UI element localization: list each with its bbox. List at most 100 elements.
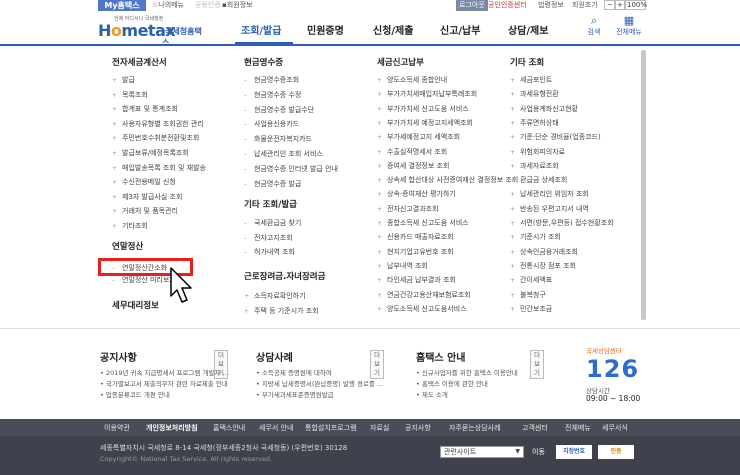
menu-item[interactable]: + 부가가치세 신고도움 서비스 bbox=[377, 104, 469, 115]
menu-item[interactable]: + 타인세금 납부결과 조회 bbox=[377, 275, 456, 286]
menu-item[interactable]: – 납세관리인 조회 서비스 bbox=[244, 149, 323, 160]
menu-item[interactable]: + 반송된 우편고지서 내역 bbox=[510, 204, 589, 215]
guide-more-button[interactable]: 더보기 bbox=[530, 350, 544, 379]
menu-item[interactable]: + 종합소득세 신고도움 서비스 bbox=[377, 218, 469, 229]
menu-item[interactable]: + 납세관리인 위임자 조회 bbox=[510, 189, 589, 200]
case-item[interactable]: • 소득공제 증명원에 대하여 bbox=[256, 369, 332, 378]
notice-item[interactable]: • 업종분류코드 개편 안내 bbox=[100, 391, 170, 400]
footer-link[interactable]: 전체메뉴 bbox=[565, 423, 591, 433]
cert-mark-2[interactable]: 인증 bbox=[598, 445, 634, 459]
nav-civil-cert[interactable]: 민원증명 bbox=[307, 22, 344, 37]
menu-item[interactable]: – 전자고지조회 bbox=[244, 233, 293, 244]
menu-item[interactable]: + 주류면허상태 bbox=[510, 118, 559, 129]
myhome-tab[interactable]: My홈택스 bbox=[98, 0, 146, 11]
go-button[interactable]: 이동 bbox=[532, 447, 545, 457]
hometax-logo[interactable]: 언제 어디서나 국세행정 Hometax .국세청홈택스 bbox=[98, 15, 208, 47]
footer-link[interactable]: 개인정보처리방침 bbox=[146, 423, 198, 433]
menu-item[interactable]: + 부가세예정고지 세액조회 bbox=[377, 132, 460, 143]
menu-item[interactable]: – 화물운전자복지카드 bbox=[244, 134, 312, 145]
mega-menu-scrollbar[interactable] bbox=[641, 50, 646, 320]
menu-item[interactable]: + 불복청구 bbox=[510, 290, 546, 301]
menu-item[interactable]: – 현금영수증 발급 bbox=[244, 179, 301, 190]
menu-item[interactable]: + 제3자 발급사실 조회 bbox=[112, 192, 182, 203]
menu-item[interactable]: + 발급보류/예정목록조회 bbox=[112, 148, 189, 159]
menu-yearend-preview[interactable]: – 연말정산 미리보기 bbox=[112, 275, 176, 286]
nav-report-pay[interactable]: 신고/납부 bbox=[440, 22, 480, 37]
footer-link[interactable]: 홈택스안내 bbox=[213, 423, 245, 433]
menu-item[interactable]: + 목록조회 bbox=[112, 90, 148, 101]
footer-link[interactable]: 통합설치프로그램 bbox=[305, 423, 357, 433]
case-item[interactable]: • 지방세 납세증명서(완납증명) 발행 경로를 … bbox=[256, 380, 383, 389]
menu-item[interactable]: – 현금영수증 수정 bbox=[244, 90, 301, 101]
footer-link[interactable]: 세무서식 bbox=[602, 423, 628, 433]
notice-item[interactable]: • 국가별보고서 제출의무자 관련 자료제출 안내 bbox=[100, 380, 228, 389]
menu-item[interactable]: + 상속·증여재산 평가하기 bbox=[377, 189, 456, 200]
menu-item[interactable]: + 기타조회 bbox=[112, 221, 148, 232]
cert-center-link[interactable]: 공인인증센터 bbox=[488, 0, 527, 11]
menu-item[interactable]: – 국세환급금 찾기 bbox=[244, 218, 301, 229]
menu-item[interactable]: + 간이세액표 bbox=[510, 275, 552, 286]
search-button[interactable]: ⌕ 검색 bbox=[583, 15, 605, 37]
menu-item[interactable]: + 기준시가 조회 bbox=[510, 232, 561, 243]
menu-item[interactable]: + 주택 등 기준시가 조회 bbox=[244, 306, 319, 317]
menu-item[interactable]: – 현금영수증 인터넷 발급 안내 bbox=[244, 164, 338, 175]
menu-item[interactable]: + 발급 bbox=[112, 75, 135, 86]
guide-item[interactable]: • 홈택스 이용에 관한 안내 bbox=[416, 380, 488, 389]
menu-item[interactable]: + 사업용계좌신고현황 bbox=[510, 104, 578, 115]
cases-more-button[interactable]: 더보기 bbox=[370, 350, 384, 379]
footer-link[interactable]: 자료실 bbox=[370, 423, 389, 433]
menu-item[interactable]: + 부가가치세매입자납부특례조회 bbox=[377, 89, 477, 100]
menu-item[interactable]: + 합계표 및 통계조회 bbox=[112, 104, 178, 115]
menu-item[interactable]: + 세금포인트 bbox=[510, 75, 552, 86]
notice-item[interactable]: • 2019년 귀속 지급명세서 프로그램 개발자 … bbox=[100, 369, 229, 378]
menu-item[interactable]: + 양도소득세 신고도움서비스 bbox=[377, 304, 467, 315]
nav-consult-report[interactable]: 상담/제보 bbox=[508, 22, 548, 37]
menu-item[interactable]: + 연금건강고용산재보험료조회 bbox=[377, 290, 471, 301]
call-center-badge[interactable]: 국세상담센터 126 상담시간 09:00 ~ 18:00 bbox=[586, 345, 646, 405]
menu-item[interactable]: + 전통시장 점포 조회 bbox=[510, 261, 576, 272]
font-size-select[interactable]: 100% bbox=[624, 0, 647, 10]
case-item[interactable]: • 부가세과세표준증명원발급 bbox=[256, 391, 334, 400]
menu-item[interactable]: – 허가내역 조회 bbox=[244, 247, 295, 258]
logout-button[interactable]: 로그아웃 bbox=[456, 0, 488, 11]
nav-inquiry-issue[interactable]: 조회/발급 bbox=[241, 22, 281, 37]
related-site-select[interactable]: 관련사이트 ▼ bbox=[440, 446, 524, 458]
cert-mark-1[interactable]: 지정번호 bbox=[556, 445, 592, 459]
menu-item[interactable]: + 민간보조금 bbox=[510, 304, 552, 315]
menu-item[interactable]: + 상속세 합산대상 사전증여재산 결정정보 조회 bbox=[377, 175, 518, 186]
footer-link[interactable]: 세무서 안내 bbox=[259, 423, 293, 433]
menu-item[interactable]: + 과세자료조회 bbox=[510, 161, 559, 172]
nav-apply-submit[interactable]: 신청/제출 bbox=[373, 22, 413, 37]
menu-item[interactable]: + 납부내역 조회 bbox=[377, 261, 428, 272]
menu-item[interactable]: + 현지기업고유번호 조회 bbox=[377, 247, 454, 258]
menu-item[interactable]: + 신용카드 매출자료조회 bbox=[377, 232, 454, 243]
member-info-link[interactable]: ▪회원정보 bbox=[222, 0, 253, 11]
menu-item[interactable]: + 상속인금융거래조회 bbox=[510, 247, 578, 258]
menu-item[interactable]: + 서면(방문,우편등) 접수현황조회 bbox=[510, 218, 614, 229]
footer-link[interactable]: 자주묻는상담사례 bbox=[449, 423, 501, 433]
my-menu-link[interactable]: ☆나의메뉴 bbox=[152, 0, 184, 11]
footer-link[interactable]: 이용약관 bbox=[104, 423, 130, 433]
menu-item[interactable]: + 위험회피의자료 bbox=[510, 147, 565, 158]
footer-link[interactable]: 공지사항 bbox=[405, 423, 431, 433]
menu-item[interactable]: + 양도소득세 종합안내 bbox=[377, 75, 447, 86]
menu-item[interactable]: – 현금영수증 발급수단 bbox=[244, 105, 314, 116]
footer-link[interactable]: 고객센터 bbox=[522, 423, 548, 433]
menu-item[interactable]: + 주민번호수취분전환및조회 bbox=[112, 133, 199, 144]
menu-item[interactable]: + 전자신고결과조회 bbox=[377, 204, 439, 215]
menu-item[interactable]: + 거래처 및 품목관리 bbox=[112, 206, 178, 217]
menu-item[interactable]: + 증여세 결정정보 조회 bbox=[377, 161, 449, 172]
menu-item[interactable]: + 수신전용메일 신청 bbox=[112, 177, 176, 188]
menu-item[interactable]: – 현금영수증조회 bbox=[244, 75, 299, 86]
guide-item[interactable]: • 신규사업자를 위한 홈택스 이용안내 bbox=[416, 369, 518, 378]
menu-item[interactable]: + 부가가치세 예정고지세액조회 bbox=[377, 118, 473, 129]
menu-item[interactable]: + 매입발송목록 조회 및 재발송 bbox=[112, 163, 206, 174]
menu-item[interactable]: + 과세유형전환 bbox=[510, 89, 559, 100]
menu-item[interactable]: – 사업용신용카드 bbox=[244, 119, 299, 130]
menu-item[interactable]: + 수출실적명세서 조회 bbox=[377, 147, 447, 158]
menu-item[interactable]: + 소득자료확인하기 bbox=[244, 291, 306, 302]
menu-item[interactable]: + 사용자유형별 조회권한 관리 bbox=[112, 119, 204, 130]
guide-item[interactable]: • 제도 소개 bbox=[416, 391, 448, 400]
menu-item[interactable]: + 기준·단순 경비율(업종코드) bbox=[510, 132, 601, 143]
all-menu-button[interactable]: ▦ 전체메뉴 bbox=[614, 15, 644, 37]
